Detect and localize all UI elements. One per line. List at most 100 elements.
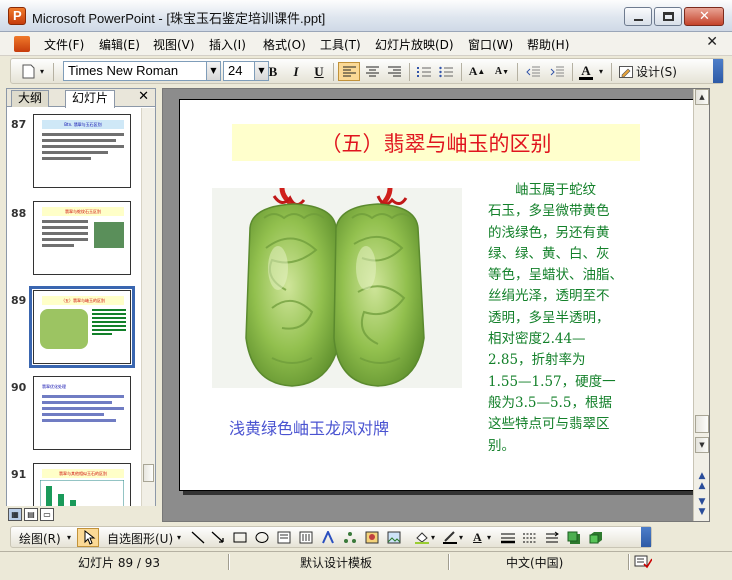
align-center-button[interactable] xyxy=(362,62,382,81)
document-icon[interactable] xyxy=(14,36,30,52)
line-color-dropdown-icon[interactable]: ▾ xyxy=(459,533,463,542)
align-left-button[interactable] xyxy=(338,62,360,81)
scroll-up-icon[interactable]: ▲ xyxy=(695,89,709,105)
menu-view[interactable]: 视图(V) xyxy=(153,36,195,53)
slide-sorter-view-icon[interactable]: ▤ xyxy=(24,508,38,521)
shadow-style-icon[interactable] xyxy=(567,531,581,544)
normal-view-icon[interactable]: ▦ xyxy=(8,508,22,521)
menu-format[interactable]: 格式(O) xyxy=(263,36,306,53)
numbering-button[interactable] xyxy=(414,62,434,81)
thumbnail-chart xyxy=(40,480,124,506)
line-color-icon[interactable] xyxy=(443,531,457,544)
body-line: 1.55—1.57，硬度一 xyxy=(488,373,616,390)
pane-scrollbar[interactable] xyxy=(141,108,155,506)
scroll-down-icon[interactable]: ▼ xyxy=(695,437,709,453)
dash-style-icon[interactable] xyxy=(523,531,537,544)
pane-scroll-thumb[interactable] xyxy=(143,464,154,482)
menu-help[interactable]: 帮助(H) xyxy=(527,36,569,53)
slide-title-box[interactable]: （五）翡翠与岫玉的区别 xyxy=(232,124,640,161)
font-size-select[interactable]: 24 xyxy=(223,61,255,81)
close-button[interactable]: ✕ xyxy=(684,7,724,26)
slide-body-text[interactable]: 岫玉属于蛇纹 石玉，多呈微带黄色 的浅绿色，另还有黄 绿、绿、黄、白、灰 等色，… xyxy=(488,180,660,457)
wordart-icon[interactable] xyxy=(321,531,335,544)
decrease-indent-icon[interactable] xyxy=(522,62,544,81)
spelling-check-icon[interactable] xyxy=(634,555,652,571)
slide-canvas[interactable]: （五）翡翠与岫玉的区别 浅黄绿色岫玉龙凤对牌 岫玉属于蛇纹 石玉，多呈微带黄色 … xyxy=(179,99,695,491)
body-line: 的浅绿色，另还有黄 xyxy=(488,224,610,241)
photo-caption[interactable]: 浅黄绿色岫玉龙凤对牌 xyxy=(229,415,389,439)
menu-edit[interactable]: 编辑(E) xyxy=(99,36,140,53)
pane-close-icon[interactable]: ✕ xyxy=(138,89,149,104)
font-name-select[interactable]: Times New Roman xyxy=(63,61,207,81)
design-template-status[interactable]: 默认设计模板 xyxy=(300,554,372,570)
fill-color-dropdown-icon[interactable]: ▾ xyxy=(431,533,435,542)
menu-window[interactable]: 窗口(W) xyxy=(468,36,513,53)
fill-color-icon[interactable] xyxy=(415,531,429,544)
thumbnail-title: Btn. 翡翠与玉石区别 xyxy=(42,120,124,129)
body-line: 丝绢光泽，透明至不 xyxy=(488,288,610,305)
next-slide-icon[interactable]: ▼ ▼ xyxy=(695,497,709,523)
menu-insert[interactable]: 插入(I) xyxy=(209,36,246,53)
tab-outline[interactable]: 大纲 xyxy=(11,90,50,107)
textbox-icon[interactable] xyxy=(277,531,291,544)
picture-icon[interactable] xyxy=(387,531,401,544)
jade-pendants-photo[interactable] xyxy=(212,188,462,388)
diagram-icon[interactable] xyxy=(343,531,357,544)
line-style-icon[interactable] xyxy=(501,531,515,544)
decrease-font-size-icon[interactable]: A ▼ xyxy=(491,62,513,81)
drawbar-options-chevron-icon[interactable] xyxy=(641,527,651,547)
arrow-icon[interactable] xyxy=(211,531,225,544)
select-objects-button[interactable] xyxy=(77,528,99,547)
font-color-draw-icon[interactable]: A xyxy=(473,530,482,545)
slide-thumbnail[interactable]: 翡翠与蛇纹石玉区别 xyxy=(33,201,131,275)
draw-menu-button[interactable]: 绘图(R) xyxy=(19,530,61,547)
slide-thumbnail[interactable]: 翡翠优化处理 xyxy=(33,376,131,450)
bold-button[interactable]: B xyxy=(263,62,283,81)
slide-thumbnail[interactable]: 翡翠与其他相似玉石的区别 xyxy=(33,463,131,506)
autoshapes-button[interactable]: 自选图形(U) xyxy=(107,530,173,547)
slide-thumbnail[interactable]: Btn. 翡翠与玉石区别 xyxy=(33,114,131,188)
font-color-button[interactable]: A xyxy=(577,62,595,81)
font-name-dropdown-icon[interactable]: ▼ xyxy=(207,61,221,81)
arrow-style-icon[interactable] xyxy=(545,531,559,544)
underline-button[interactable]: U xyxy=(309,62,329,81)
body-line: 相对密度2.44— xyxy=(488,331,586,348)
draw-menu-dropdown-icon[interactable]: ▾ xyxy=(67,533,71,542)
italic-button[interactable]: I xyxy=(286,62,306,81)
rectangle-icon[interactable] xyxy=(233,531,247,544)
font-color-dropdown-icon[interactable]: ▾ xyxy=(596,62,606,81)
maximize-button[interactable] xyxy=(654,7,682,26)
oval-icon[interactable] xyxy=(255,531,269,544)
vertical-textbox-icon[interactable] xyxy=(299,531,313,544)
slide-position-status: 幻灯片 89 / 93 xyxy=(78,556,161,570)
autoshapes-dropdown-icon[interactable]: ▾ xyxy=(177,533,181,542)
menu-slideshow[interactable]: 幻灯片放映(D) xyxy=(375,36,454,53)
new-dropdown-arrow-icon[interactable]: ▾ xyxy=(37,62,47,81)
vertical-scrollbar[interactable]: ▲ ▼ ▲ ▲ ▼ ▼ xyxy=(693,89,709,521)
line-icon[interactable] xyxy=(191,531,205,544)
toolbar-options-chevron-icon[interactable] xyxy=(713,59,723,83)
increase-indent-icon[interactable] xyxy=(546,62,568,81)
document-close-icon[interactable]: ✕ xyxy=(706,34,718,50)
vertical-scroll-thumb[interactable] xyxy=(695,415,709,433)
3d-style-icon[interactable] xyxy=(589,531,603,544)
minimize-icon xyxy=(634,19,643,21)
menu-file[interactable]: 文件(F) xyxy=(44,36,84,53)
new-document-icon[interactable] xyxy=(19,62,37,81)
clipart-icon[interactable] xyxy=(365,531,379,544)
menu-tools[interactable]: 工具(T) xyxy=(320,36,361,53)
slide-thumbnail-selected[interactable]: （五）翡翠与岫玉的区别 xyxy=(29,286,135,368)
bullets-button[interactable] xyxy=(436,62,456,81)
design-button[interactable]: 设计(S) xyxy=(615,62,681,81)
body-line: 绿、绿、黄、白、灰 xyxy=(488,245,610,262)
align-right-button[interactable] xyxy=(384,62,404,81)
increase-font-size-icon[interactable]: A ▲ xyxy=(466,62,488,81)
tab-slides[interactable]: 幻灯片 xyxy=(65,90,116,108)
powerpoint-app-icon[interactable] xyxy=(8,7,26,25)
font-color-draw-dropdown-icon[interactable]: ▾ xyxy=(487,533,491,542)
close-icon: ✕ xyxy=(699,9,710,24)
slideshow-view-icon[interactable]: ▭ xyxy=(40,508,54,521)
previous-slide-icon[interactable]: ▲ ▲ xyxy=(695,471,709,497)
minimize-button[interactable] xyxy=(624,7,652,26)
toolbar-separator xyxy=(517,63,518,81)
